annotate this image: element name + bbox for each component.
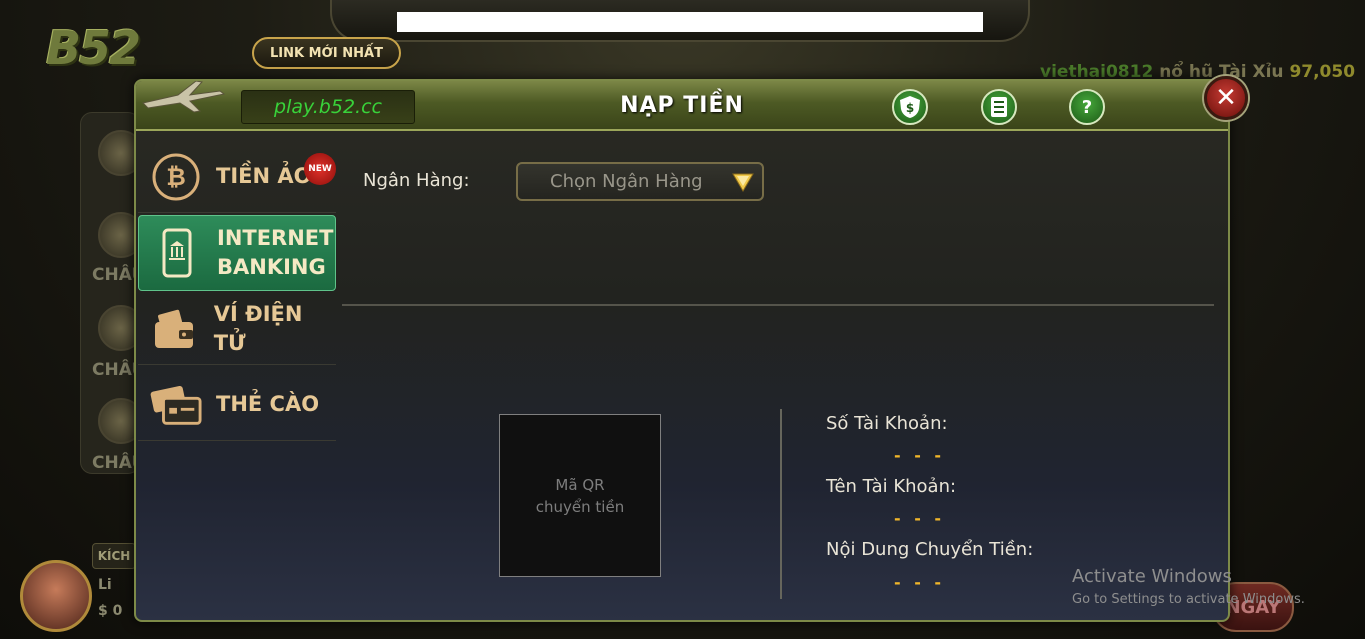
wallet-icon [150, 303, 200, 355]
windows-activation-title: Activate Windows [1072, 566, 1232, 587]
account-number-value: - - - [894, 446, 946, 465]
sidebar-item-crypto[interactable]: ₿ TIỀN ẢO NEW [138, 141, 336, 213]
account-name-label: Tên Tài Khoản: [826, 476, 957, 497]
money-shield-icon[interactable]: $ [892, 89, 928, 125]
bank-select-value: Chọn Ngân Hàng [550, 171, 703, 192]
player-avatar[interactable] [20, 560, 92, 632]
new-badge: NEW [304, 153, 336, 185]
card-icon [150, 379, 202, 431]
qr-code-placeholder: Mã QR chuyển tiền [499, 414, 661, 577]
redacted-bar [397, 12, 983, 32]
player-name: Li [98, 577, 112, 593]
divider [342, 304, 1214, 306]
sidebar-item-label: VÍ ĐIỆN TỬ [213, 301, 303, 355]
transfer-content-label: Nội Dung Chuyển Tiền: [826, 539, 1034, 560]
latest-link-button[interactable]: LINK MỚI NHẤT [252, 37, 401, 69]
deposit-modal: play.b52.cc NẠP TIỀN $ ? ₿ TIỀN ẢO NEW I… [134, 79, 1230, 622]
qr-line-1: Mã QR [555, 475, 605, 494]
kich-badge[interactable]: KÍCH [92, 543, 136, 569]
sidebar-item-label: INTERNET BANKING [217, 224, 333, 282]
windows-activation-subtitle: Go to Settings to activate Windows. [1072, 592, 1305, 607]
label-line-2: BANKING [217, 255, 326, 279]
bank-select[interactable]: Chọn Ngân Hàng [516, 162, 764, 201]
chevron-down-icon [732, 173, 754, 192]
ticker-amount: 97,050 [1289, 62, 1356, 82]
document-icon[interactable] [981, 89, 1017, 125]
bitcoin-icon: ₿ [150, 151, 202, 203]
logo-text: B52 [45, 21, 141, 75]
transfer-content-value: - - - [894, 573, 946, 592]
sidebar-item-label: TIỀN ẢO [216, 164, 312, 188]
modal-title: NẠP TIỀN [620, 93, 744, 118]
account-name-value: - - - [894, 509, 946, 528]
qr-line-2: chuyển tiền [535, 497, 625, 516]
label-line-1: INTERNET [217, 226, 334, 250]
svg-text:$: $ [906, 101, 914, 115]
account-number-label: Số Tài Khoản: [826, 413, 948, 434]
help-icon[interactable]: ? [1069, 89, 1105, 125]
mobile-bank-icon [151, 227, 203, 279]
sidebar-item-internet-banking[interactable]: INTERNET BANKING [138, 215, 336, 291]
sidebar-item-scratch-card[interactable]: THẺ CÀO [138, 369, 336, 441]
help-symbol: ? [1081, 96, 1093, 118]
bank-label: Ngân Hàng: [363, 170, 470, 191]
player-balance: $ 0 [98, 603, 123, 619]
close-button[interactable]: ✕ [1204, 76, 1248, 120]
close-icon: ✕ [1215, 83, 1237, 113]
sidebar-item-label: THẺ CÀO [216, 392, 320, 416]
b52-logo: B52 [10, 12, 175, 84]
svg-text:₿: ₿ [166, 163, 186, 191]
modal-header: play.b52.cc NẠP TIỀN $ ? [136, 81, 1228, 131]
vertical-divider [780, 409, 782, 599]
sidebar-item-e-wallet[interactable]: VÍ ĐIỆN TỬ [138, 293, 336, 365]
